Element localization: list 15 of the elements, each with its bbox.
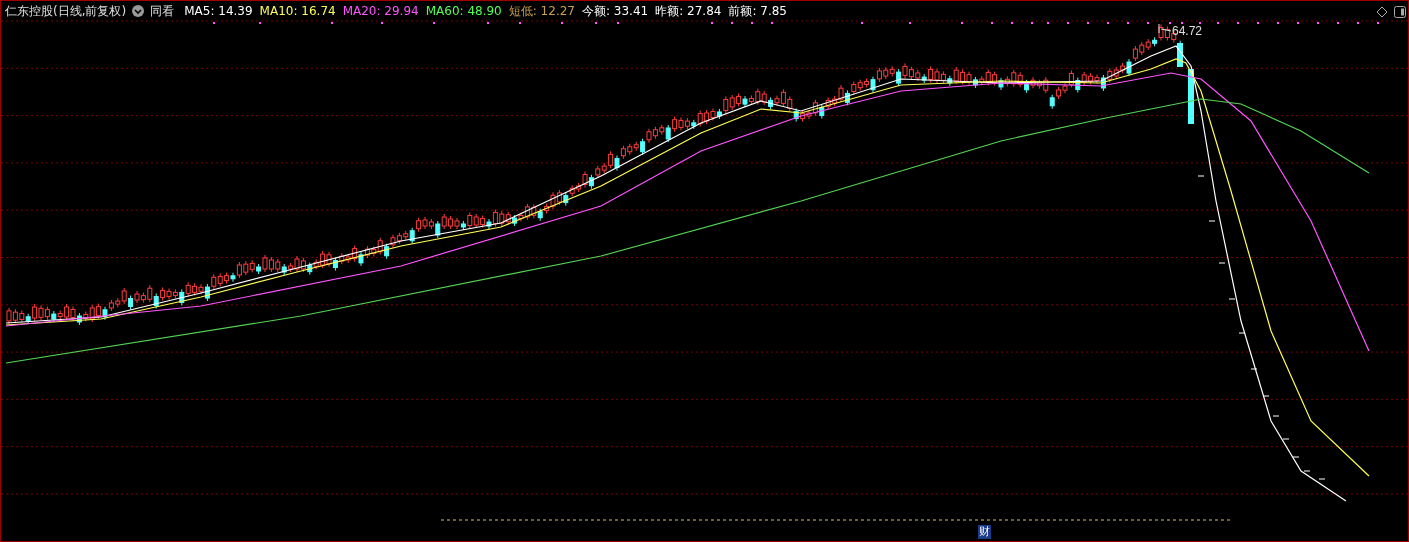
chevron-down-icon[interactable]: [132, 5, 145, 17]
indicator-value: 今额: 33.41: [581, 3, 649, 20]
panel-toggle-icon[interactable]: [1394, 6, 1406, 18]
indicator-value: MA20: 29.94: [342, 3, 419, 20]
indicator-value: 短低: 12.27: [508, 3, 575, 20]
event-marker[interactable]: 财: [978, 525, 991, 539]
price-label: 64.72: [1172, 23, 1203, 40]
compare-label[interactable]: 同看: [150, 2, 175, 20]
indicator-value: MA5: 14.39: [184, 3, 253, 20]
indicator-value: 前额: 7.85: [728, 3, 787, 20]
chart-title: 仁东控股(日线,前复权): [5, 3, 127, 20]
indicator-value: 昨额: 27.84: [655, 3, 722, 20]
indicator-value: MA10: 16.74: [259, 3, 336, 20]
diamond-icon[interactable]: [1376, 6, 1388, 18]
indicator-value: MA60: 48.90: [425, 3, 502, 20]
